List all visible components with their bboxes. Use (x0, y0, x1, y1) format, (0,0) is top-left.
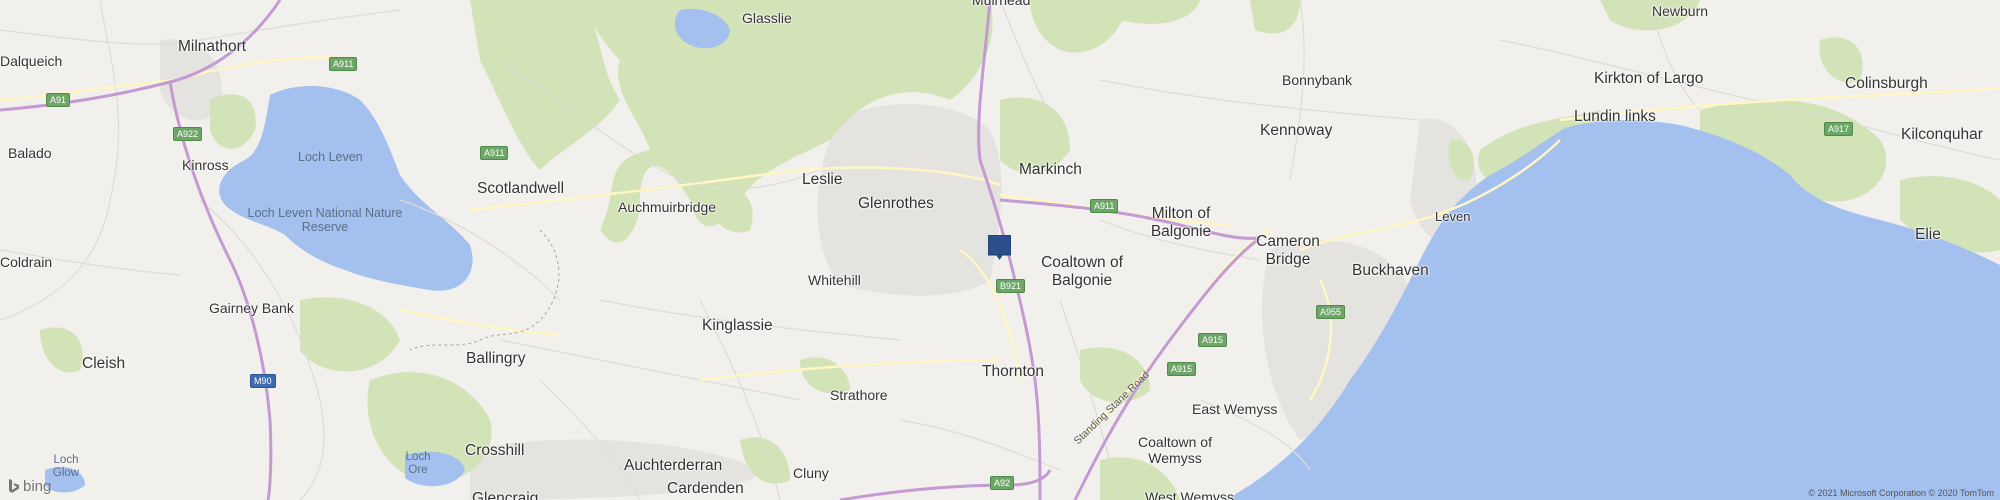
place-label-whitehill: Whitehill (808, 272, 861, 288)
road-shield-a911: A911 (329, 57, 358, 71)
place-label-crosshill: Crosshill (465, 442, 525, 459)
road-shield-a915: A915 (1167, 362, 1197, 376)
place-label-bonnybank: Bonnybank (1282, 72, 1353, 88)
road-shield-a92: A92 (990, 476, 1015, 490)
loch-leven (219, 85, 473, 291)
place-label-markinch: Markinch (1019, 161, 1082, 178)
water-label-loch-ore: Loch Ore (405, 451, 431, 477)
road-shield-a955: A955 (1316, 305, 1346, 319)
road-shield-a922: A922 (173, 127, 203, 141)
water-label-loch-leven-nnr: Loch Leven National Nature Reserve (247, 206, 403, 235)
place-label-cardenden: Cardenden (667, 480, 744, 497)
place-label-kinglassie: Kinglassie (702, 317, 773, 334)
place-label-cluny: Cluny (793, 465, 829, 481)
place-label-cameron-bridge: Cameron Bridge (1256, 233, 1320, 268)
road-shield-a911: A911 (480, 146, 509, 160)
water-label-loch-leven: Loch Leven (298, 150, 363, 164)
place-label-glencraig: Glencraig (472, 490, 539, 500)
place-label-leven: Leven (1435, 209, 1471, 224)
road-shield-a911: A911 (1090, 199, 1119, 213)
place-label-buckhaven: Buckhaven (1352, 262, 1429, 279)
place-label-scotlandwell: Scotlandwell (477, 180, 565, 197)
road-shield-a917: A917 (1824, 122, 1854, 136)
bing-icon (9, 478, 19, 493)
place-label-elie: Elie (1915, 226, 1941, 243)
place-label-kirkton-of-largo: Kirkton of Largo (1594, 70, 1704, 87)
road-shield-b921: B921 (996, 279, 1026, 293)
place-label-coaltown-of-balgonie: Coaltown of Balgonie (1041, 254, 1123, 289)
place-label-cleish: Cleish (82, 355, 126, 372)
map-view[interactable]: Dalqueich Milnathort Glasslie Muirhead N… (0, 0, 2000, 500)
place-label-gairney-bank: Gairney Bank (209, 300, 294, 316)
place-label-west-wemyss: West Wemyss (1145, 489, 1234, 500)
place-label-kinross: Kinross (182, 157, 229, 173)
place-label-coldrain: Coldrain (0, 254, 53, 270)
place-label-thornton: Thornton (982, 363, 1045, 380)
bing-label: bing (23, 478, 52, 495)
place-label-milton-of-balgonie: Milton of Balgonie (1150, 205, 1212, 240)
place-label-milnathort: Milnathort (178, 38, 247, 55)
place-label-ballingry: Ballingry (466, 350, 526, 367)
place-label-glenrothes: Glenrothes (858, 195, 934, 212)
place-label-leslie: Leslie (802, 171, 843, 188)
water-label-loch-glow: Loch Glow (52, 454, 80, 480)
place-label-coaltown-of-wemyss: Coaltown of Wemyss (1138, 434, 1212, 467)
place-label-auchmuirbridge: Auchmuirbridge (618, 199, 717, 215)
place-label-east-wemyss: East Wemyss (1192, 401, 1278, 417)
road-shield-a915: A915 (1198, 333, 1228, 347)
road-shield-a91: A91 (46, 93, 71, 107)
copyright-notice[interactable]: © 2021 Microsoft Corporation © 2020 TomT… (1808, 488, 1994, 498)
place-label-lundin-links: Lundin links (1574, 108, 1656, 125)
place-label-kilconquhar: Kilconquhar (1901, 126, 1983, 143)
location-pin-icon[interactable] (988, 235, 1011, 260)
place-label-auchterderran: Auchterderran (624, 457, 723, 474)
place-label-colinsburgh: Colinsburgh (1845, 75, 1928, 92)
place-label-dalqueich: Dalqueich (0, 53, 63, 69)
place-label-glasslie: Glasslie (742, 10, 792, 26)
road-shield-m90: M90 (250, 374, 276, 388)
place-label-muirhead: Muirhead (972, 0, 1031, 8)
place-label-balado: Balado (8, 145, 52, 161)
place-label-kennoway: Kennoway (1260, 122, 1333, 139)
place-label-strathore: Strathore (830, 387, 888, 403)
place-label-newburn: Newburn (1652, 3, 1709, 19)
bing-logo[interactable]: bing (8, 478, 51, 495)
